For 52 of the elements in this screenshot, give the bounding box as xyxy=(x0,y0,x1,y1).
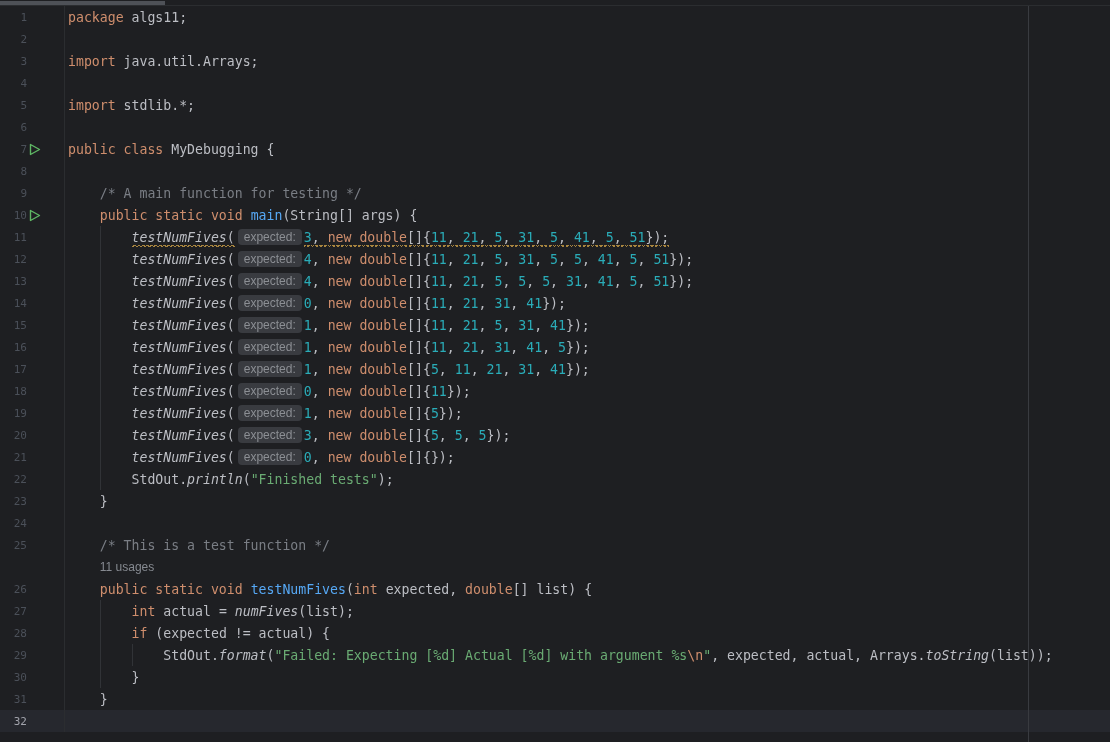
code-text: testNumFives( xyxy=(131,251,235,269)
code-text: 0, new double[]{}); xyxy=(303,449,455,467)
run-icon[interactable] xyxy=(29,208,41,222)
inlay-hint: expected: xyxy=(237,229,302,245)
line-number: 32 xyxy=(12,714,27,728)
inlay-hint: expected: xyxy=(237,427,302,443)
inlay-hint: expected: xyxy=(237,383,302,399)
code-text: public class MyDebugging { xyxy=(68,141,275,159)
inlay-hint: expected: xyxy=(237,405,302,421)
code-text: if (expected != actual) { xyxy=(131,625,331,643)
code-text: import java.util.Arrays; xyxy=(68,53,259,71)
code-text: 4, new double[]{11, 21, 5, 31, 5, 5, 41, 5, 51}); xyxy=(303,251,694,269)
code-text: testNumFives( xyxy=(131,273,235,291)
code-text: testNumFives( xyxy=(131,361,235,379)
inlay-hint: expected: xyxy=(237,361,302,377)
code-text: 4, new double[]{11, 21, 5, 5, 5, 31, 41, 5, 51}); xyxy=(303,273,694,291)
code-text: testNumFives( xyxy=(131,229,235,247)
code-text: /* This is a test function */ xyxy=(99,537,330,555)
code-text: package algs11; xyxy=(68,9,188,27)
code-text: 1, new double[]{5}); xyxy=(303,405,463,423)
code-text: StdOut.format("Failed: Expecting [%d] Actual [%d] with argument %s\n", expected, actual, Arrays.toString(list)); xyxy=(163,647,1053,665)
code-text: int actual = numFives(list); xyxy=(131,603,354,621)
usages-hint[interactable]: 11 usages xyxy=(99,560,155,574)
code-text: 3, new double[]{5, 5, 5}); xyxy=(303,427,511,445)
code-text: testNumFives( xyxy=(131,427,235,445)
code-text: public static void testNumFives(int expected, double[] list) { xyxy=(99,581,593,599)
inlay-hint: expected: xyxy=(237,449,302,465)
code-text: 0, new double[]{11}); xyxy=(303,383,471,401)
code-text: testNumFives( xyxy=(131,317,235,335)
code-text: testNumFives( xyxy=(131,339,235,357)
inlay-hint: expected: xyxy=(237,339,302,355)
code-text: testNumFives( xyxy=(131,295,235,313)
code-text: 0, new double[]{11, 21, 31, 41}); xyxy=(303,295,566,313)
code-text: 1, new double[]{11, 21, 5, 31, 41}); xyxy=(303,317,590,335)
inlay-hint: expected: xyxy=(237,251,302,267)
code-text: public static void main(String[] args) { xyxy=(99,207,418,225)
inlay-hint: expected: xyxy=(237,317,302,333)
code-text: testNumFives( xyxy=(131,449,235,467)
inlay-hint: expected: xyxy=(237,295,302,311)
code-text: /* A main function for testing */ xyxy=(99,185,362,203)
code-text: StdOut.println("Finished tests"); xyxy=(131,471,394,489)
inlay-hint: expected: xyxy=(237,273,302,289)
code-text: testNumFives( xyxy=(131,405,235,423)
code-text: 3, new double[]{11, 21, 5, 31, 5, 41, 5, 51}); xyxy=(303,229,670,247)
run-icon[interactable] xyxy=(29,142,41,156)
code-text: 1, new double[]{5, 11, 21, 31, 41}); xyxy=(303,361,590,379)
code-text: testNumFives( xyxy=(131,383,235,401)
code-text: } xyxy=(99,493,108,511)
code-text: } xyxy=(99,691,108,709)
code-text: import stdlib.*; xyxy=(68,97,196,115)
code-text: } xyxy=(131,669,140,687)
code-text: 1, new double[]{11, 21, 31, 41, 5}); xyxy=(303,339,590,357)
